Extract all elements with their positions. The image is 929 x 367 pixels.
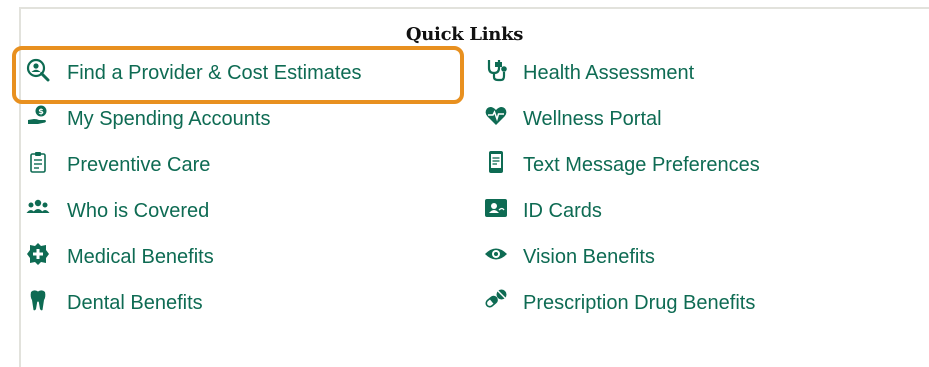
heart-pulse-icon <box>485 107 507 125</box>
phone-message-icon <box>489 151 503 173</box>
link-text-message-preferences[interactable]: Text Message Preferences <box>0 150 900 180</box>
link-prescription-drug-benefits[interactable]: Prescription Drug Benefits <box>0 288 900 318</box>
quick-links-title: Quick Links <box>405 24 524 45</box>
link-wellness-portal[interactable]: Wellness Portal <box>0 104 900 134</box>
eye-icon <box>485 248 507 260</box>
stethoscope-icon <box>487 60 507 82</box>
id-card-icon <box>485 199 507 217</box>
link-label: ID Cards <box>523 200 602 222</box>
link-label: Wellness Portal <box>523 108 662 130</box>
pills-icon <box>485 289 507 308</box>
link-label: Health Assessment <box>523 62 695 84</box>
link-label: Text Message Preferences <box>523 154 760 176</box>
link-vision-benefits[interactable]: Vision Benefits <box>0 242 900 272</box>
link-id-cards[interactable]: ID Cards <box>0 196 900 226</box>
link-health-assessment[interactable]: Health Assessment <box>0 58 900 88</box>
link-label: Prescription Drug Benefits <box>523 292 756 314</box>
link-label: Vision Benefits <box>523 246 655 268</box>
